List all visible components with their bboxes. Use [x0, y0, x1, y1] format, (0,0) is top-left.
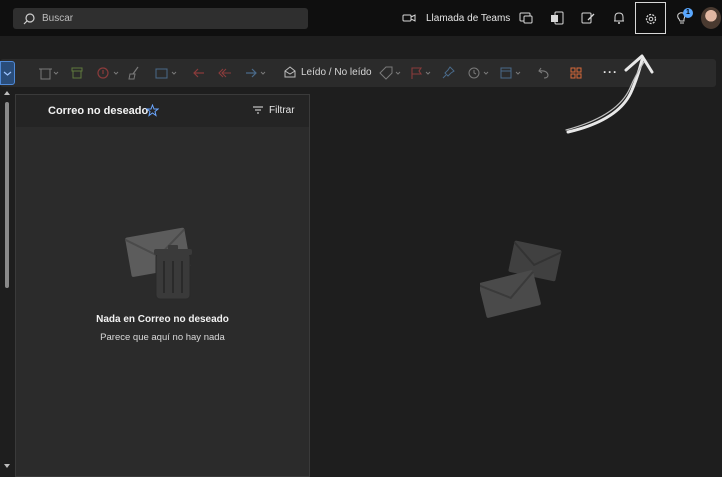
- reply-all-icon: [218, 68, 231, 78]
- archive-button[interactable]: [70, 65, 84, 81]
- scroll-down-arrow-icon[interactable]: [3, 463, 11, 469]
- teams-call-button[interactable]: Llamada de Teams: [402, 10, 510, 26]
- chevron-down-icon: [3, 71, 12, 76]
- office-app-icon[interactable]: [549, 10, 565, 26]
- gear-icon: [645, 13, 657, 25]
- folder-title: Correo no deseado: [48, 105, 149, 117]
- empty-state-title: Nada en Correo no deseado: [96, 314, 229, 325]
- forward-icon: [246, 68, 266, 78]
- search-input[interactable]: [42, 13, 282, 24]
- reply-button[interactable]: [192, 65, 206, 81]
- rules-icon: [500, 67, 521, 79]
- teams-call-label: Llamada de Teams: [426, 12, 511, 24]
- broom-icon: [128, 66, 139, 80]
- report-button[interactable]: [96, 65, 122, 81]
- annotation-arrow: [565, 54, 654, 134]
- expand-nav-button[interactable]: [0, 61, 15, 85]
- avatar[interactable]: [701, 7, 721, 29]
- forward-button[interactable]: [244, 65, 270, 81]
- flag-button[interactable]: [409, 65, 435, 81]
- top-bar: Llamada de Teams 1: [0, 0, 722, 36]
- undo-button[interactable]: [537, 65, 551, 81]
- filter-icon: [253, 106, 263, 114]
- video-camera-icon: [402, 14, 416, 22]
- reply-icon: [193, 68, 204, 78]
- meeting-chat-icon[interactable]: [518, 10, 534, 26]
- scrollbar-thumb[interactable]: [5, 102, 9, 288]
- move-to-button[interactable]: [154, 65, 180, 81]
- left-scrollbar[interactable]: [0, 88, 13, 477]
- clock-icon: [468, 67, 489, 79]
- report-icon: [97, 67, 119, 79]
- message-list-header: Correo no deseado Filtrar: [16, 95, 309, 127]
- search-box[interactable]: [13, 8, 308, 29]
- read-unread-button[interactable]: Leído / No leído: [284, 66, 372, 78]
- scroll-up-arrow-icon[interactable]: [3, 90, 11, 96]
- delete-button[interactable]: [38, 65, 60, 81]
- move-folder-icon: [155, 68, 177, 79]
- pin-icon: [442, 66, 455, 79]
- filter-label: Filtrar: [269, 104, 295, 116]
- empty-reading-pane-illustration: [480, 240, 562, 318]
- archive-icon: [71, 67, 83, 79]
- search-icon: [23, 12, 35, 24]
- flag-icon: [411, 67, 431, 79]
- bell-icon[interactable]: [611, 10, 627, 26]
- settings-button[interactable]: [635, 2, 666, 34]
- filter-button[interactable]: Filtrar: [252, 104, 295, 116]
- outlook-window: Llamada de Teams 1: [0, 0, 722, 477]
- tag-icon: [379, 66, 401, 80]
- reply-all-button[interactable]: [218, 65, 232, 81]
- trash-icon: [39, 68, 59, 80]
- empty-trash-illustration: [124, 227, 192, 300]
- snooze-button[interactable]: [467, 65, 493, 81]
- pin-button[interactable]: [442, 65, 456, 81]
- undo-icon: [538, 67, 549, 79]
- compose-note-icon[interactable]: [580, 10, 596, 26]
- star-icon[interactable]: [146, 104, 159, 117]
- categorize-button[interactable]: [378, 65, 404, 81]
- message-list-pane: Correo no deseado Filtrar Nada en Correo…: [15, 94, 310, 477]
- notification-badge: 1: [683, 8, 693, 18]
- empty-state-subtitle: Parece que aquí no hay nada: [100, 332, 225, 343]
- envelope-open-icon: [284, 66, 296, 78]
- rules-button[interactable]: [499, 65, 525, 81]
- read-unread-label: Leído / No leído: [301, 66, 372, 78]
- sweep-button[interactable]: [127, 65, 141, 81]
